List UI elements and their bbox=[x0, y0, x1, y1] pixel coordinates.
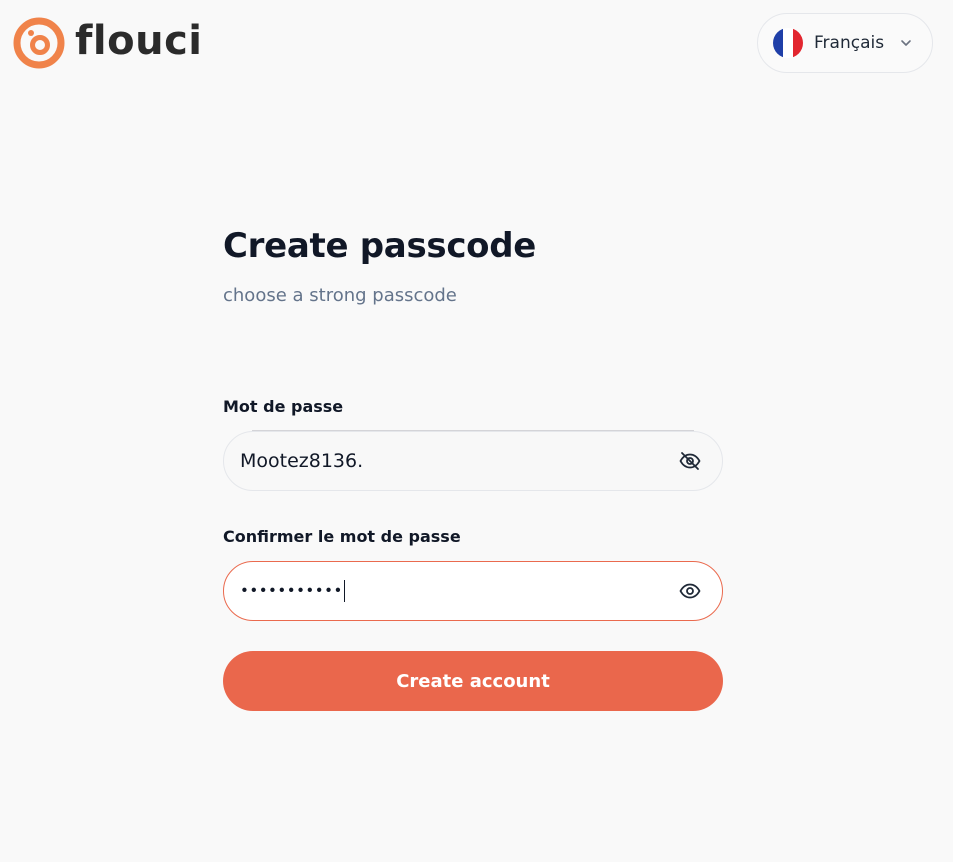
brand-name: flouci bbox=[75, 18, 203, 64]
eye-off-icon[interactable] bbox=[678, 449, 702, 473]
confirm-password-field[interactable]: ••••••••••• bbox=[223, 561, 723, 621]
language-label: Français bbox=[814, 33, 885, 53]
confirm-password-masked-value: ••••••••••• bbox=[240, 581, 343, 600]
flouci-logo-icon bbox=[13, 17, 65, 69]
confirm-password-input[interactable]: ••••••••••• bbox=[240, 580, 678, 602]
france-flag-icon bbox=[773, 28, 803, 58]
confirm-password-label: Confirmer le mot de passe bbox=[223, 527, 461, 546]
chevron-down-icon bbox=[901, 40, 911, 46]
eye-icon[interactable] bbox=[678, 579, 702, 603]
password-label: Mot de passe bbox=[223, 397, 344, 416]
create-account-button[interactable]: Create account bbox=[223, 651, 723, 711]
text-cursor bbox=[343, 580, 345, 602]
brand-logo[interactable]: flouci bbox=[13, 17, 203, 69]
password-value[interactable]: Mootez8136. bbox=[240, 450, 678, 472]
language-selector[interactable]: Français bbox=[757, 13, 933, 73]
page-subtitle: choose a strong passcode bbox=[223, 285, 457, 306]
password-field[interactable]: Mootez8136. bbox=[223, 430, 723, 491]
page-title: Create passcode bbox=[223, 226, 537, 266]
